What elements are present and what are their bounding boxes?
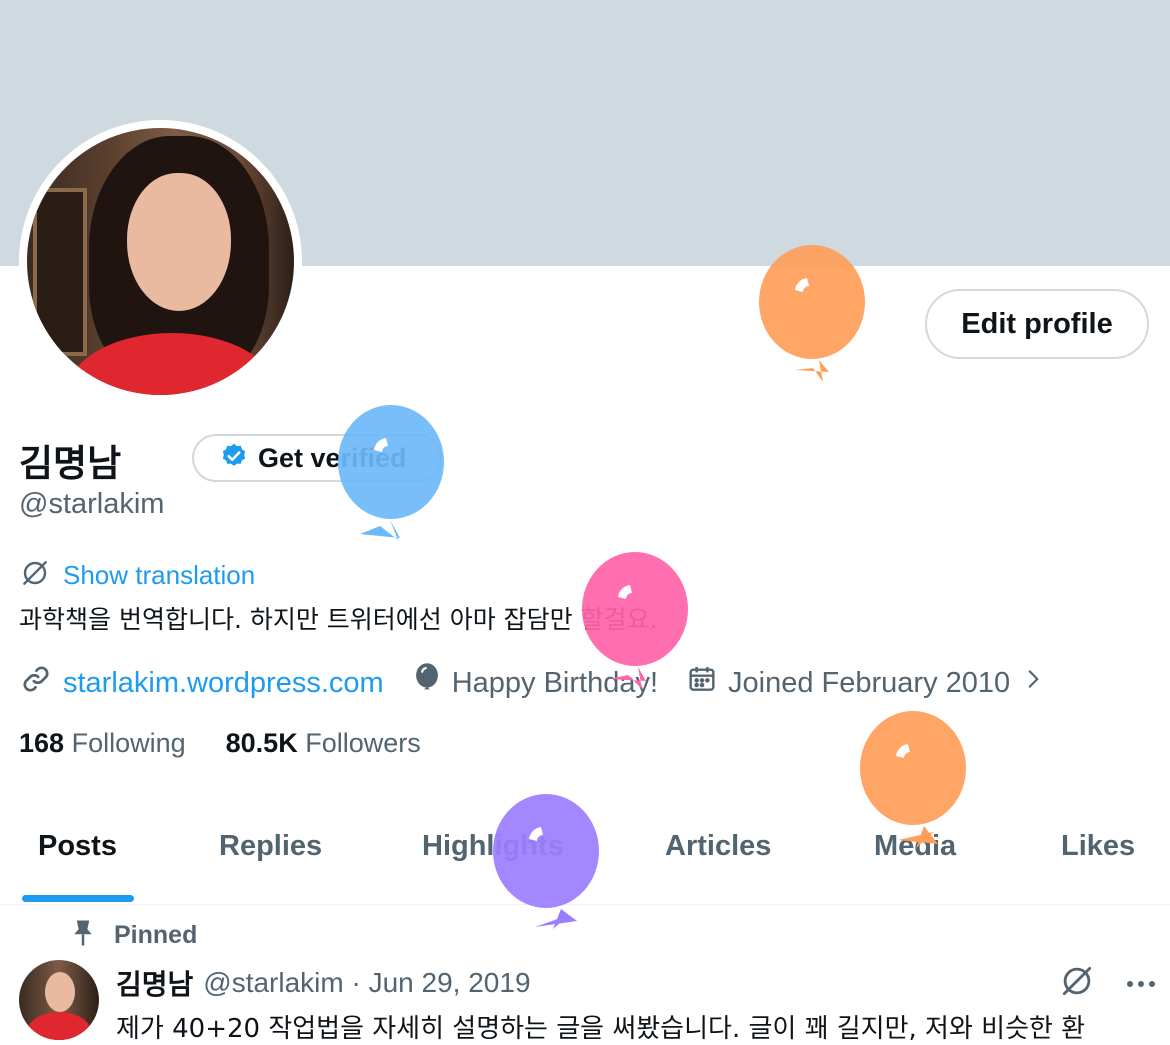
balloon-icon [493,794,599,929]
show-translation-label: Show translation [63,559,256,590]
joined-item[interactable]: Joined February 2010 [686,663,1046,703]
profile-handle: @starlakim [19,488,165,520]
pin-icon [70,918,96,952]
pinned-indicator: Pinned [70,918,197,952]
tab-posts[interactable]: Posts [38,830,117,863]
edit-profile-button[interactable]: Edit profile [925,289,1149,359]
followers-stat[interactable]: 80.5K Followers [226,728,421,759]
tab-likes[interactable]: Likes [1061,830,1135,863]
profile-meta: starlakim.wordpress.com Happy Birthday! … [19,662,1074,704]
profile-stats: 168 Following 80.5K Followers [19,728,421,759]
website-item[interactable]: starlakim.wordpress.com [19,662,384,704]
translate-icon [19,557,51,593]
show-translation-link[interactable]: Show translation [19,557,255,593]
following-stat[interactable]: 168 Following [19,728,186,759]
profile-avatar[interactable] [19,120,302,403]
chevron-right-icon [1020,666,1046,700]
post-author-avatar[interactable] [19,960,99,1040]
active-tab-indicator [22,895,134,902]
balloon-icon [582,552,688,689]
balloon-icon [412,662,442,704]
profile-bio: 과학책을 번역합니다. 하지만 트위터에선 아마 잡담만 할걸요. [19,605,658,634]
balloon-icon [759,245,865,382]
website-link[interactable]: starlakim.wordpress.com [63,667,384,700]
post-text: 제가 40+20 작업법을 자세히 설명하는 글을 써봤습니다. 글이 꽤 길지… [116,1014,1086,1044]
post-actions [1058,962,1156,1004]
joined-label: Joined February 2010 [728,666,1011,699]
grok-icon[interactable] [1058,962,1096,1004]
balloon-icon [860,711,966,848]
pinned-label: Pinned [114,920,198,949]
post-header: 김명남 @starlakim · Jun 29, 2019 [116,963,531,1003]
tab-articles[interactable]: Articles [665,830,771,863]
calendar-icon [686,663,718,703]
post-author-name[interactable]: 김명남 [116,963,193,1003]
verified-badge-icon [220,442,248,474]
following-label: Following [71,728,186,758]
link-icon [19,662,53,704]
balloon-icon [338,405,444,540]
following-count: 168 [19,728,65,758]
tab-replies[interactable]: Replies [219,830,322,863]
followers-count: 80.5K [225,728,298,758]
profile-name: 김명남 [19,442,122,485]
more-icon[interactable] [1126,974,1156,993]
followers-label: Followers [305,728,421,758]
post-meta[interactable]: @starlakim · Jun 29, 2019 [203,967,530,999]
